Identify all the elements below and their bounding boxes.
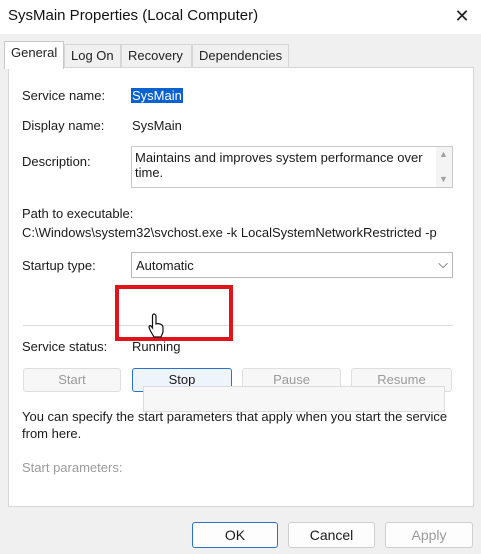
cancel-button[interactable]: Cancel bbox=[288, 522, 375, 548]
path-label: Path to executable: bbox=[22, 206, 134, 221]
divider bbox=[23, 325, 453, 326]
start-parameters-label: Start parameters: bbox=[22, 460, 123, 475]
tab-recovery[interactable]: Recovery bbox=[121, 44, 192, 68]
service-status-value: Running bbox=[132, 339, 181, 354]
service-status-label: Service status: bbox=[22, 339, 108, 354]
startup-type-label: Startup type: bbox=[22, 258, 96, 273]
tab-log-on[interactable]: Log On bbox=[64, 44, 121, 68]
scroll-up-icon[interactable]: ▲ bbox=[439, 149, 448, 159]
start-params-hint: You can specify the start parameters tha… bbox=[22, 409, 448, 441]
general-panel: Service name: SysMain Display name: SysM… bbox=[8, 67, 474, 507]
window-title: SysMain Properties (Local Computer) bbox=[8, 7, 259, 24]
service-name-value[interactable]: SysMain bbox=[131, 88, 183, 103]
display-name-label: Display name: bbox=[22, 118, 105, 133]
tab-strip: General Log On Recovery Dependencies bbox=[0, 34, 481, 69]
apply-button[interactable]: Apply bbox=[385, 522, 473, 548]
start-button[interactable]: Start bbox=[23, 368, 121, 392]
close-icon[interactable]: ✕ bbox=[449, 4, 475, 28]
description-box[interactable]: Maintains and improves system performanc… bbox=[131, 146, 453, 188]
chevron-down-icon[interactable]: ⌵ bbox=[438, 256, 448, 272]
tab-dependencies[interactable]: Dependencies bbox=[192, 44, 289, 68]
description-scrollbar[interactable]: ▲ ▼ bbox=[436, 147, 452, 187]
scroll-down-icon[interactable]: ▼ bbox=[439, 174, 448, 184]
startup-type-value: Automatic bbox=[136, 258, 194, 273]
startup-type-select[interactable]: Automatic ⌵ bbox=[131, 252, 453, 278]
title-bar: SysMain Properties (Local Computer) ✕ bbox=[0, 0, 481, 34]
tab-general[interactable]: General bbox=[4, 41, 64, 69]
ok-button[interactable]: OK bbox=[192, 522, 278, 548]
service-name-label: Service name: bbox=[22, 88, 106, 103]
path-value: C:\Windows\system32\svchost.exe -k Local… bbox=[22, 225, 437, 240]
description-label: Description: bbox=[22, 154, 91, 169]
display-name-value: SysMain bbox=[132, 118, 182, 133]
description-text: Maintains and improves system performanc… bbox=[135, 150, 423, 180]
start-parameters-input[interactable] bbox=[143, 386, 445, 412]
